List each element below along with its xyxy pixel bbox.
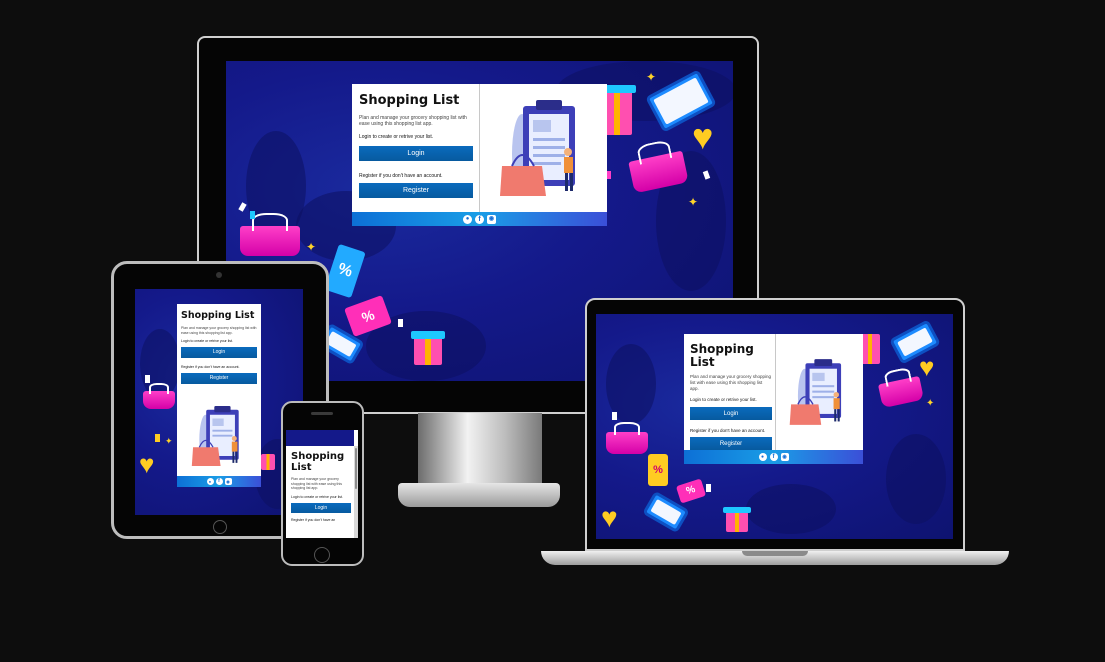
sparkle-icon: ✦ bbox=[688, 195, 699, 209]
register-prompt: Register if you don't have an account. bbox=[181, 364, 240, 369]
laptop-screen: ♥ % % ♥ ✦ Shopping List Plan and manage … bbox=[596, 314, 953, 539]
login-button[interactable]: Login bbox=[181, 346, 257, 358]
footer-bar: ● f ◉ bbox=[352, 212, 607, 226]
confetti bbox=[155, 434, 160, 442]
app-card: Shopping List Plan and manage your groce… bbox=[177, 304, 261, 487]
confetti bbox=[145, 375, 150, 383]
facebook-icon[interactable]: f bbox=[475, 214, 484, 224]
login-prompt: Login to create or retrive your list. bbox=[181, 339, 233, 344]
facebook-icon[interactable]: f bbox=[769, 453, 778, 461]
page-title: Shopping List bbox=[690, 342, 754, 369]
phone-home-button bbox=[314, 547, 330, 563]
github-icon[interactable]: ● bbox=[463, 214, 472, 224]
instagram-icon[interactable]: ◉ bbox=[780, 453, 789, 461]
shopping-basket-icon bbox=[606, 422, 648, 454]
heart-icon: ♥ bbox=[692, 116, 714, 157]
register-prompt: Register if you don't have an account. bbox=[690, 428, 766, 434]
register-button[interactable]: Register bbox=[690, 437, 772, 451]
app-description: Plan and manage your grocery shopping li… bbox=[181, 325, 257, 335]
confetti bbox=[612, 412, 617, 420]
page-title: Shopping List bbox=[359, 93, 460, 108]
login-button[interactable]: Login bbox=[690, 407, 772, 421]
shopping-basket-icon bbox=[240, 212, 300, 256]
github-icon[interactable]: ● bbox=[758, 453, 767, 461]
phone-header-bar bbox=[286, 430, 354, 446]
clipboard-illustration bbox=[480, 84, 607, 212]
clipboard-illustration bbox=[177, 396, 261, 476]
responsive-mockup: % % ♥ ✦ ✦ ✦ Shopping List Plan and manag… bbox=[0, 0, 1105, 662]
phone-scrollbar[interactable] bbox=[354, 446, 358, 538]
app-card: Shopping List Plan and manage your groce… bbox=[684, 334, 863, 464]
phone-screen: Shopping List Plan and manage your groce… bbox=[286, 430, 358, 538]
desktop-monitor-stand bbox=[418, 413, 542, 488]
register-button[interactable]: Register bbox=[359, 183, 473, 199]
app-card: Shopping List Plan and manage your groce… bbox=[352, 84, 607, 226]
laptop-notch bbox=[742, 551, 808, 556]
page-title-line1: Shopping bbox=[291, 451, 345, 462]
login-panel: Shopping List Plan and manage your groce… bbox=[690, 342, 772, 451]
app-description: Plan and manage your grocery shopping li… bbox=[690, 374, 772, 392]
shopping-basket-icon bbox=[877, 375, 925, 409]
app-description: Plan and manage your grocery shopping li… bbox=[359, 114, 467, 128]
confetti bbox=[398, 319, 403, 327]
page-title: Shopping List bbox=[291, 451, 351, 473]
gift-box-icon bbox=[414, 337, 442, 365]
confetti bbox=[706, 484, 711, 492]
sparkle-icon: ✦ bbox=[306, 240, 317, 254]
gift-box-icon bbox=[726, 512, 748, 532]
login-button[interactable]: Login bbox=[359, 145, 473, 161]
page-title: Shopping List bbox=[181, 310, 255, 321]
clipboard-illustration bbox=[776, 334, 863, 450]
instagram-icon[interactable]: ◉ bbox=[487, 214, 496, 224]
gift-box-icon bbox=[860, 334, 880, 364]
heart-icon: ♥ bbox=[601, 502, 618, 533]
heart-icon: ♥ bbox=[139, 449, 155, 479]
instagram-icon[interactable]: ◉ bbox=[224, 478, 232, 485]
login-prompt: Login to create or retrive your list. bbox=[359, 134, 434, 141]
login-panel: Shopping List Plan and manage your groce… bbox=[291, 451, 351, 522]
register-prompt: Register if you don't have an bbox=[291, 517, 336, 522]
sparkle-icon: ✦ bbox=[165, 436, 173, 446]
login-button[interactable]: Login bbox=[291, 502, 351, 513]
app-description: Plan and manage your grocery shopping li… bbox=[291, 477, 342, 491]
gift-box-icon bbox=[261, 454, 275, 470]
footer-bar: ● f ◉ bbox=[177, 476, 261, 487]
facebook-icon[interactable]: f bbox=[215, 478, 223, 485]
heart-icon: ♥ bbox=[919, 352, 935, 382]
login-panel: Shopping List Plan and manage your groce… bbox=[359, 93, 473, 199]
desktop-monitor-base bbox=[398, 483, 560, 507]
discount-ticket-icon: % bbox=[675, 478, 707, 504]
login-prompt: Login to create or retrive your list. bbox=[690, 397, 757, 403]
register-prompt: Register if you don't have an account. bbox=[359, 172, 443, 179]
phone-speaker bbox=[311, 412, 333, 415]
github-icon[interactable]: ● bbox=[206, 478, 214, 485]
confetti bbox=[238, 202, 247, 212]
tablet-home-button bbox=[213, 520, 227, 534]
sparkle-icon: ✦ bbox=[926, 398, 935, 409]
shopping-basket-icon bbox=[143, 382, 175, 409]
tablet-camera bbox=[216, 272, 222, 278]
gift-box-lid-icon bbox=[411, 331, 445, 339]
sparkle-icon: ✦ bbox=[646, 70, 657, 84]
gift-box-lid-icon bbox=[723, 507, 751, 513]
footer-bar: ● f ◉ bbox=[684, 450, 863, 464]
login-prompt: Login to create or retrive your list. bbox=[291, 495, 343, 500]
page-title-line2: List bbox=[291, 461, 312, 473]
tablet-screen: ♥ ✦ Shopping List Plan and manage your g… bbox=[135, 289, 303, 515]
register-button[interactable]: Register bbox=[181, 372, 257, 384]
discount-ticket-icon: % bbox=[648, 454, 668, 486]
login-panel: Shopping List Plan and manage your groce… bbox=[181, 311, 257, 384]
confetti bbox=[250, 211, 255, 219]
